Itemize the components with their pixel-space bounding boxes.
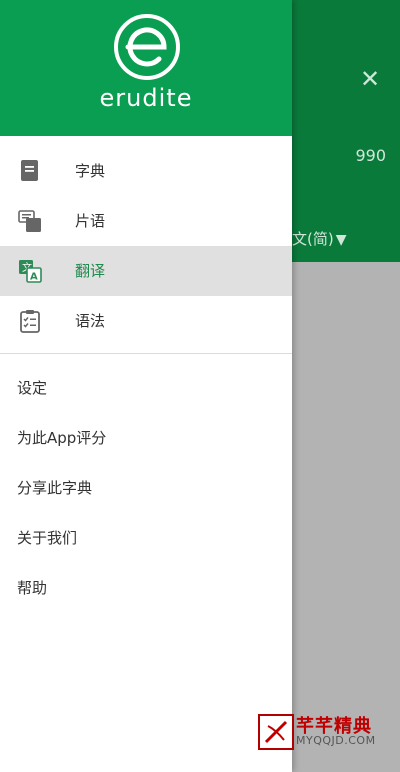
close-icon[interactable]: ✕ bbox=[357, 66, 383, 92]
dictionary-icon bbox=[21, 160, 38, 181]
menu-item-share[interactable]: 分享此字典 bbox=[0, 463, 292, 513]
secondary-menu: 设定 为此App评分 分享此字典 关于我们 帮助 bbox=[0, 363, 292, 613]
menu-item-settings[interactable]: 设定 bbox=[0, 363, 292, 413]
divider bbox=[0, 353, 292, 354]
svg-text:A: A bbox=[30, 272, 38, 283]
dropdown-arrow-icon: ▼ bbox=[335, 232, 347, 248]
primary-nav: 字典 片语 文 A 翻译 bbox=[0, 146, 292, 346]
navigation-drawer: erudite 字典 片语 文 A bbox=[0, 0, 292, 772]
watermark-url: MYQQJD.COM bbox=[296, 734, 376, 747]
grammar-clipboard-icon bbox=[20, 310, 40, 333]
translate-icon: 文 A bbox=[19, 260, 42, 283]
nav-item-dictionary[interactable]: 字典 bbox=[0, 146, 292, 196]
nav-item-phrases[interactable]: 片语 bbox=[0, 196, 292, 246]
nav-item-label: 语法 bbox=[75, 312, 106, 330]
nav-item-label: 片语 bbox=[75, 212, 106, 230]
menu-item-rate-app[interactable]: 为此App评分 bbox=[0, 413, 292, 463]
nav-item-translate[interactable]: 文 A 翻译 bbox=[0, 246, 292, 296]
language-label: 文(简) bbox=[292, 230, 334, 248]
erudite-logo-icon bbox=[114, 14, 180, 80]
nav-item-grammar[interactable]: 语法 bbox=[0, 296, 292, 346]
word-count: 990 bbox=[355, 146, 386, 165]
menu-item-help[interactable]: 帮助 bbox=[0, 563, 292, 613]
nav-item-label: 翻译 bbox=[75, 262, 106, 280]
watermark-logo-icon bbox=[258, 714, 294, 750]
watermark: 芊芊精典 MYQQJD.COM bbox=[258, 712, 388, 752]
drawer-header: erudite bbox=[0, 0, 292, 136]
language-selector[interactable]: 文(简) ▼ bbox=[292, 228, 382, 249]
brand-name: erudite bbox=[99, 84, 193, 112]
phrases-icon bbox=[18, 210, 41, 232]
nav-item-label: 字典 bbox=[75, 162, 106, 180]
menu-item-about[interactable]: 关于我们 bbox=[0, 513, 292, 563]
